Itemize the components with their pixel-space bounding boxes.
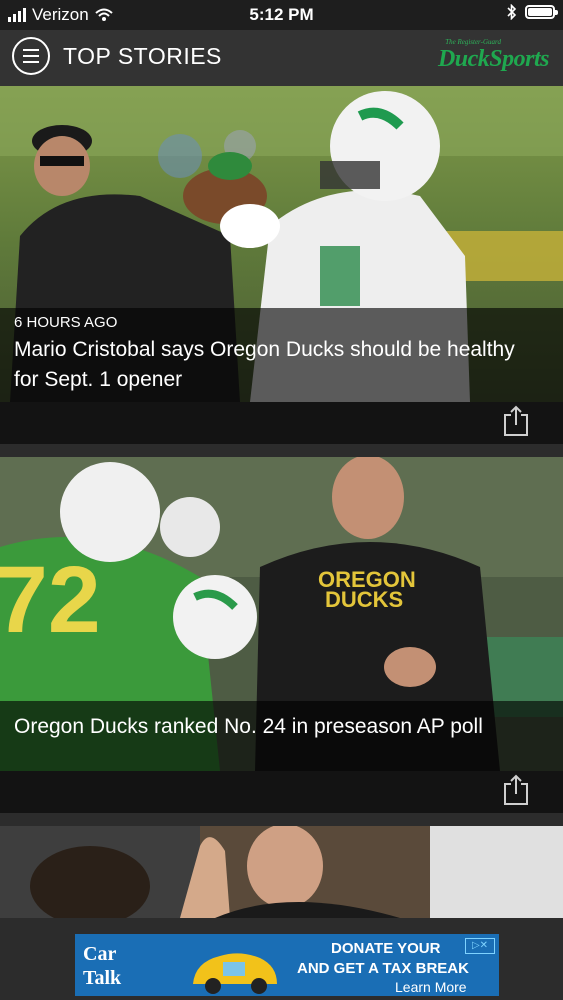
page-title: TOP STORIES	[63, 43, 222, 69]
ad-headline-1: DONATE YOUR	[331, 940, 441, 957]
clock: 5:12 PM	[249, 5, 314, 24]
status-right	[507, 4, 558, 20]
duck-sports-logo[interactable]: The Register-Guard DuckSports	[389, 38, 550, 78]
menu-button[interactable]	[12, 37, 50, 75]
battery-icon	[525, 5, 558, 19]
ad-choices-icon[interactable]: ▷✕	[465, 938, 495, 954]
car-talk-logo: Car Talk	[83, 943, 122, 989]
story-photo	[0, 826, 563, 918]
logo-publisher: The Register-Guard	[445, 38, 501, 46]
bluetooth-icon	[507, 4, 517, 20]
story-time: 6 HOURS AGO	[14, 314, 118, 331]
ad-headline-2: AND GET A TAX BREAK	[297, 960, 469, 977]
share-bar	[0, 402, 563, 444]
share-icon[interactable]	[503, 405, 529, 437]
ad-banner[interactable]: Car Talk DONATE YOUR AND GET A TAX BREAK…	[75, 934, 499, 996]
share-icon[interactable]	[503, 774, 529, 806]
svg-text:DUCKS: DUCKS	[325, 587, 403, 612]
story-caption: 6 HOURS AGO Mario Cristobal says Oregon …	[0, 308, 563, 402]
story-headline[interactable]: Oregon Ducks ranked No. 24 in preseason …	[14, 712, 534, 742]
story-caption: Oregon Ducks ranked No. 24 in preseason …	[0, 701, 563, 771]
story-card[interactable]	[0, 826, 563, 918]
car-illustration	[193, 953, 277, 994]
svg-text:Talk: Talk	[83, 967, 122, 989]
svg-text:72: 72	[0, 547, 101, 653]
app-header: TOP STORIES The Register-Guard DuckSport…	[0, 30, 563, 86]
ad-cta[interactable]: Learn More	[395, 979, 467, 995]
story-headline[interactable]: Mario Cristobal says Oregon Ducks should…	[14, 335, 534, 395]
logo-text: DuckSports	[437, 46, 550, 72]
status-bar: Verizon 5:12 PM	[0, 0, 563, 30]
svg-text:Car: Car	[83, 943, 116, 965]
share-bar	[0, 771, 563, 813]
story-card[interactable]: 72 OREGON DUCKS Oregon Ducks ranked No. …	[0, 457, 563, 813]
story-card[interactable]: 6 HOURS AGO Mario Cristobal says Oregon …	[0, 86, 563, 444]
